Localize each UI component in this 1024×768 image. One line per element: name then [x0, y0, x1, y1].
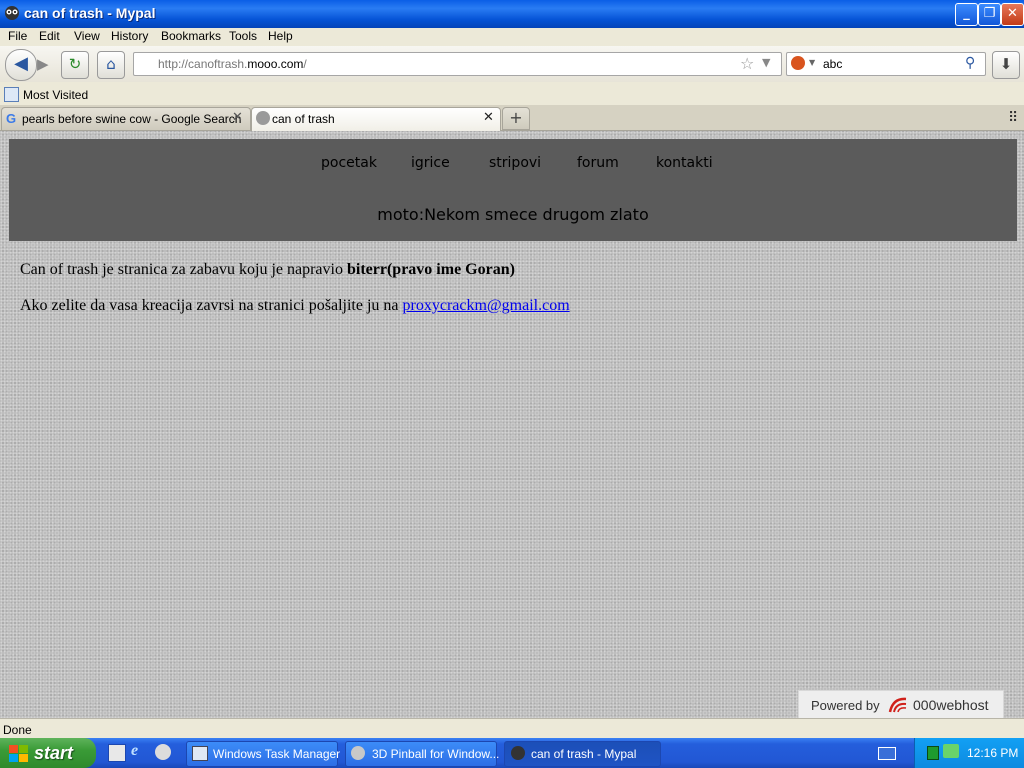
tab-list-icon[interactable]: ⠿	[1008, 110, 1018, 126]
search-magnifier-icon[interactable]: ⚲	[965, 55, 975, 71]
menu-file[interactable]: File	[8, 29, 27, 43]
menu-view[interactable]: View	[74, 29, 100, 43]
start-button[interactable]: start	[0, 738, 96, 768]
author-name: biterr(pravo ime Goran)	[346, 261, 515, 278]
tab-google-search[interactable]: G pearls before swine cow - Google Searc…	[1, 107, 251, 130]
taskbar-item-label: Windows Task Manager	[213, 747, 341, 761]
keyboard-icon[interactable]	[878, 747, 896, 760]
title-bar[interactable]: can of trash - Mypal _ ❐ ✕	[0, 0, 1024, 28]
tray-app-icon[interactable]	[927, 746, 939, 760]
mypal-icon	[511, 746, 525, 760]
downloads-button[interactable]: ⬇	[992, 51, 1020, 79]
plus-icon: +	[509, 108, 523, 127]
clock: 12:16 PM	[967, 746, 1019, 760]
url-bar[interactable]: http://canoftrash.mooo.com/ ☆ ▼	[133, 52, 782, 76]
globe-favicon-icon	[256, 111, 270, 125]
url-dropdown-icon[interactable]: ▼	[762, 56, 770, 69]
powered-by-brand: 000webhost	[913, 697, 989, 713]
bookmark-star-icon[interactable]: ☆	[740, 54, 754, 73]
home-button[interactable]: ⌂	[97, 51, 125, 79]
tab-close-icon[interactable]: ✕	[232, 110, 243, 125]
show-desktop-icon[interactable]	[108, 744, 126, 762]
status-bar: Done	[0, 718, 1024, 739]
submit-paragraph: Ako zelite da vasa kreacija zavrsi na st…	[20, 297, 570, 314]
menu-tools[interactable]: Tools	[229, 29, 257, 43]
intro-paragraph: Can of trash je stranica za zabavu koju …	[20, 261, 515, 278]
forward-arrow-icon: ▶	[37, 55, 49, 73]
minimize-button[interactable]: _	[955, 3, 978, 26]
bookmarks-bar: Most Visited	[0, 84, 1024, 105]
menu-help[interactable]: Help	[268, 29, 293, 43]
search-bar[interactable]: ▼ abc ⚲	[786, 52, 986, 76]
search-input[interactable]: abc	[823, 57, 842, 71]
taskbar-item-label: can of trash - Mypal	[531, 747, 637, 761]
taskbar-item-task-manager[interactable]: Windows Task Manager	[186, 741, 341, 767]
search-engine-icon[interactable]	[791, 56, 805, 70]
taskbar-item-label: 3D Pinball for Window...	[372, 747, 500, 761]
nav-link-forum[interactable]: forum	[577, 155, 619, 171]
most-visited-icon	[4, 87, 19, 102]
back-button[interactable]: ◀	[5, 49, 37, 81]
tab-label: pearls before swine cow - Google Search	[22, 112, 242, 126]
internet-explorer-icon[interactable]: e	[131, 742, 138, 760]
nav-link-pocetak[interactable]: pocetak	[321, 155, 377, 171]
status-text: Done	[3, 723, 32, 737]
menu-history[interactable]: History	[111, 29, 148, 43]
nav-link-igrice[interactable]: igrice	[411, 155, 450, 171]
powered-by-badge[interactable]: Powered by 000webhost	[798, 690, 1004, 720]
nav-link-stripovi[interactable]: stripovi	[489, 155, 541, 171]
media-player-icon[interactable]	[155, 744, 171, 760]
search-engine-dropdown-icon[interactable]: ▼	[809, 58, 815, 67]
forward-button[interactable]: ▶	[37, 55, 49, 73]
powered-by-label: Powered by	[811, 698, 880, 713]
reload-icon: ↻	[68, 55, 82, 73]
tab-close-icon[interactable]: ✕	[483, 110, 494, 125]
tab-can-of-trash[interactable]: can of trash ✕	[251, 107, 501, 131]
page-content: pocetak igrice stripovi forum kontakti m…	[0, 131, 1024, 720]
url-text: http://canoftrash.mooo.com/	[158, 57, 307, 71]
bookmark-most-visited[interactable]: Most Visited	[23, 88, 88, 102]
windows-logo-icon	[9, 745, 29, 766]
menu-bookmarks[interactable]: Bookmarks	[161, 29, 221, 43]
pinball-icon	[351, 746, 365, 760]
download-icon: ⬇	[999, 55, 1013, 73]
back-arrow-icon: ◀	[14, 53, 28, 74]
menu-edit[interactable]: Edit	[39, 29, 60, 43]
nav-link-kontakti[interactable]: kontakti	[656, 155, 713, 171]
maximize-button[interactable]: ❐	[978, 3, 1001, 26]
menu-bar: File Edit View History Bookmarks Tools H…	[0, 28, 1024, 46]
start-label: start	[34, 743, 74, 763]
email-link[interactable]: proxycrackm@gmail.com	[403, 297, 570, 314]
site-motto: moto:Nekom smece drugom zlato	[377, 205, 649, 224]
system-tray: 12:16 PM	[914, 738, 1024, 768]
home-icon: ⌂	[106, 55, 116, 73]
site-header: pocetak igrice stripovi forum kontakti m…	[9, 139, 1017, 241]
network-icon[interactable]	[943, 744, 959, 758]
google-favicon-icon: G	[6, 111, 17, 126]
window-title: can of trash - Mypal	[24, 5, 156, 21]
webhost-logo-icon	[887, 695, 909, 718]
reload-button[interactable]: ↻	[61, 51, 89, 79]
task-manager-icon	[192, 746, 208, 761]
new-tab-button[interactable]: +	[502, 107, 530, 130]
taskbar-item-mypal[interactable]: can of trash - Mypal	[504, 741, 661, 767]
close-button[interactable]: ✕	[1001, 3, 1024, 26]
app-icon	[4, 5, 20, 21]
tab-label: can of trash	[272, 112, 335, 126]
taskbar-item-pinball[interactable]: 3D Pinball for Window...	[345, 741, 500, 767]
